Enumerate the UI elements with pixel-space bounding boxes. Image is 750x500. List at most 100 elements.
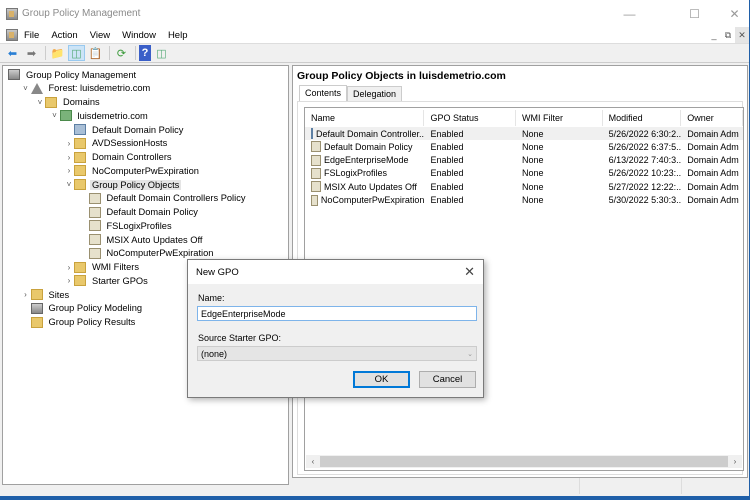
scrollbar-thumb[interactable]	[320, 456, 728, 467]
results-icon	[30, 316, 43, 328]
system-menu-icon[interactable]	[6, 29, 18, 41]
chevron-down-icon[interactable]: ˅	[21, 84, 31, 93]
chevron-right-icon[interactable]: ›	[64, 263, 74, 272]
tree-item[interactable]: › WMI Filters	[64, 261, 141, 274]
column-owner[interactable]: Owner	[681, 110, 743, 126]
cancel-button[interactable]: Cancel	[419, 371, 476, 388]
back-icon[interactable]: ⬅	[4, 45, 21, 61]
up-folder-icon[interactable]: 📁	[49, 45, 66, 61]
chevron-right-icon[interactable]: ›	[64, 276, 74, 285]
maximize-button[interactable]: ☐	[672, 0, 717, 27]
tree-item[interactable]: ˅ luisdemetrio.com	[50, 109, 150, 122]
table-row[interactable]: NoComputerPwExpiration Enabled None 5/30/20…	[305, 194, 743, 207]
column-wmi-filter[interactable]: WMI Filter	[516, 110, 603, 126]
chevron-down-icon[interactable]: ˅	[64, 180, 74, 189]
cell: Domain Adm	[687, 155, 739, 166]
chevron-down-icon[interactable]: ˅	[35, 98, 45, 107]
tree-item[interactable]: FSLogixProfiles	[79, 219, 174, 232]
cell-name: NoComputerPwExpiration	[320, 195, 425, 205]
table-row[interactable]: EdgeEnterpriseMode Enabled None 6/13/2022 7…	[305, 154, 743, 167]
menu-help[interactable]: Help	[168, 30, 188, 41]
menu-action[interactable]: Action	[51, 30, 77, 41]
show-hide-tree-icon[interactable]: ◫	[68, 45, 85, 61]
close-button[interactable]: ✕	[712, 0, 750, 27]
column-name[interactable]: Name	[305, 110, 425, 126]
gpo-name-input[interactable]: EdgeEnterpriseMode	[197, 306, 477, 321]
tree-item-label: Group Policy Results	[48, 317, 136, 327]
tree-item[interactable]: Group Policy Management	[6, 68, 138, 81]
tab-contents[interactable]: Contents	[299, 85, 348, 102]
tree-item-label: Default Domain Policy	[92, 124, 184, 135]
refresh-icon[interactable]: ⟳	[113, 45, 130, 61]
cell: None	[522, 155, 544, 166]
table-row[interactable]: MSIX Auto Updates Off Enabled None 5/27/202…	[305, 180, 743, 193]
tree-item[interactable]: Default Domain Policy	[79, 206, 200, 219]
toolbar-separator	[109, 46, 110, 60]
source-starter-select[interactable]: (none) ⌄	[197, 346, 477, 361]
cell: Domain Adm	[687, 141, 739, 152]
minimize-button[interactable]: —	[607, 0, 652, 27]
tree-item[interactable]: › Domain Controllers	[64, 151, 174, 164]
tree-item[interactable]: › Sites	[21, 288, 72, 301]
cell: Enabled	[430, 168, 464, 179]
show-action-pane-icon[interactable]: ◫	[153, 45, 170, 61]
gpo-icon	[311, 154, 321, 166]
menu-window[interactable]: Window	[122, 30, 156, 41]
gpo-link-icon	[74, 124, 86, 135]
horizontal-scrollbar[interactable]: ‹ ›	[306, 455, 742, 468]
gpo-icon	[311, 181, 321, 193]
chevron-right-icon[interactable]: ›	[21, 290, 31, 299]
menu-file[interactable]: File	[24, 30, 39, 41]
tree-item[interactable]: Group Policy Modeling	[21, 302, 145, 315]
cell: FSLogixProfiles	[305, 167, 424, 179]
table-row[interactable]: Default Domain Controller... Enabled None 5…	[305, 127, 743, 140]
dialog-close-icon[interactable]: ✕	[464, 264, 475, 280]
app-window: Group Policy Management — ☐ ✕ File Actio…	[0, 0, 750, 500]
clipboard-icon[interactable]: 📋	[87, 45, 104, 61]
chevron-down-icon[interactable]: ˅	[50, 111, 60, 120]
tree-item[interactable]: › NoComputerPwExpiration	[64, 164, 201, 177]
window-title: Group Policy Management	[22, 8, 141, 19]
forward-icon[interactable]: ➡	[23, 45, 40, 61]
tree-item[interactable]: ˅ Group Policy Objects	[64, 178, 182, 191]
tree-item-label: Group Policy Objects	[90, 179, 182, 190]
status-section	[682, 478, 748, 494]
tree-item-label: Group Policy Modeling	[48, 303, 143, 314]
cell: MSIX Auto Updates Off	[305, 181, 424, 193]
column-gpo-status[interactable]: GPO Status	[424, 110, 517, 126]
tree-item[interactable]: Default Domain Controllers Policy	[79, 192, 248, 205]
table-row[interactable]: FSLogixProfiles Enabled None 5/26/2022 10:2…	[305, 167, 743, 180]
child-restore-button[interactable]: ⧉	[721, 27, 735, 43]
child-minimize-button[interactable]: _	[707, 27, 721, 43]
tree-item[interactable]: › AVDSessionHosts	[64, 137, 169, 150]
toolbar-separator	[135, 46, 136, 60]
cell: Domain Adm	[687, 168, 739, 179]
ok-button[interactable]: OK	[353, 371, 410, 388]
chevron-right-icon[interactable]: ›	[64, 153, 74, 162]
tree-item[interactable]: Default Domain Policy	[64, 123, 185, 136]
tree-item[interactable]: ˅ Forest: luisdemetrio.com	[21, 82, 153, 95]
gpo-icon	[311, 167, 321, 179]
tree-item[interactable]: Group Policy Results	[21, 316, 138, 329]
child-close-button[interactable]: ✕	[735, 27, 749, 43]
gpo-icon	[88, 220, 101, 232]
column-modified[interactable]: Modified	[603, 110, 682, 126]
help-icon[interactable]: ?	[139, 45, 151, 61]
tree-item-label: Default Domain Policy	[106, 207, 198, 217]
tree-item[interactable]: › Starter GPOs	[64, 274, 150, 287]
chevron-right-icon[interactable]: ›	[64, 139, 74, 148]
tree-item[interactable]: MSIX Auto Updates Off	[79, 233, 205, 246]
tree-item[interactable]: NoComputerPwExpiration	[79, 247, 216, 260]
cell: Enabled	[430, 195, 464, 205]
scroll-right-icon[interactable]: ›	[728, 457, 742, 466]
table-row[interactable]: Default Domain Policy Enabled None 5/26/202…	[305, 140, 743, 153]
chevron-right-icon[interactable]: ›	[64, 166, 74, 175]
scroll-left-icon[interactable]: ‹	[306, 457, 320, 466]
menu-view[interactable]: View	[90, 30, 110, 41]
tree-item[interactable]: ˅ Domains	[35, 96, 102, 109]
cell: 5/26/2022 6:37:5...	[608, 141, 682, 152]
cell: None	[522, 195, 544, 205]
source-starter-label: Source Starter GPO:	[198, 333, 282, 343]
new-gpo-dialog: New GPO ✕ Name: EdgeEnterpriseMode Sourc…	[187, 259, 484, 398]
tree-item-label: Domain Controllers	[92, 152, 172, 162]
